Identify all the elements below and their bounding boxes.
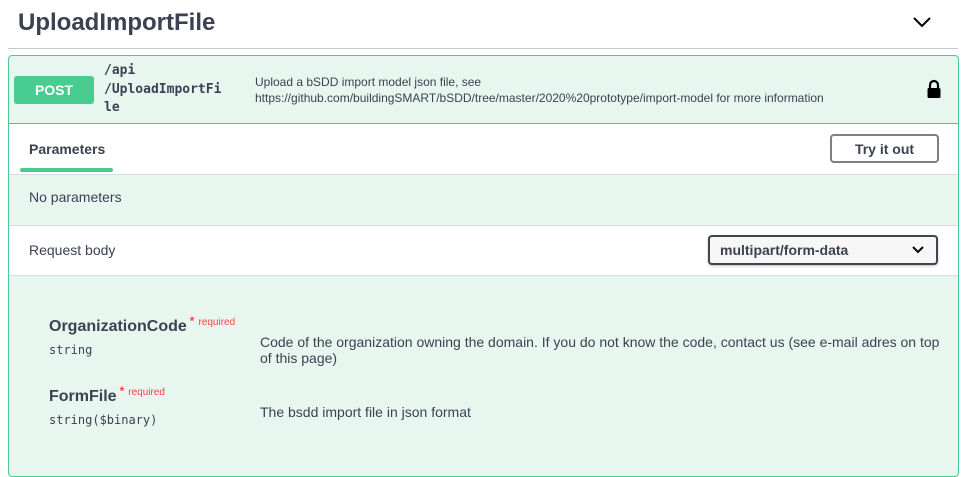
description-line: Upload a bSDD import model json file, se… bbox=[255, 75, 482, 89]
chevron-down-icon bbox=[912, 246, 924, 254]
request-body-label: Request body bbox=[29, 242, 116, 258]
required-label: required bbox=[198, 317, 236, 328]
no-parameters-text: No parameters bbox=[29, 189, 122, 205]
chevron-down-icon[interactable] bbox=[912, 12, 932, 32]
method-badge: POST bbox=[14, 76, 94, 104]
lock-icon[interactable] bbox=[926, 79, 942, 99]
try-it-out-button[interactable]: Try it out bbox=[830, 134, 939, 163]
required-star: * bbox=[189, 314, 195, 328]
field-type: string($binary) bbox=[49, 413, 158, 427]
tab-parameters[interactable]: Parameters bbox=[29, 141, 105, 157]
operation-block: POST /api /UploadImportFi le Upload a bS… bbox=[8, 55, 959, 477]
section-header[interactable]: UploadImportFile bbox=[8, 0, 958, 49]
path-line: le bbox=[104, 100, 120, 115]
operation-path: /api /UploadImportFi le bbox=[104, 62, 244, 118]
field-name-text: OrganizationCode bbox=[49, 318, 187, 335]
active-tab-indicator bbox=[20, 168, 113, 172]
field-name-text: FormFile bbox=[49, 388, 117, 405]
operation-summary[interactable]: POST /api /UploadImportFi le Upload a bS… bbox=[9, 56, 958, 124]
content-type-value: multipart/form-data bbox=[720, 242, 849, 258]
field-description: Code of the organization owning the doma… bbox=[260, 334, 940, 366]
operation-description: Upload a bSDD import model json file, se… bbox=[255, 75, 824, 106]
section-title: UploadImportFile bbox=[18, 9, 216, 36]
content-type-select[interactable]: multipart/form-data bbox=[708, 235, 938, 265]
required-star: * bbox=[119, 384, 125, 398]
request-body-header: Request body multipart/form-data bbox=[9, 225, 958, 276]
required-label: required bbox=[128, 387, 165, 398]
tabs-row: Parameters Try it out bbox=[9, 124, 958, 175]
field-type: string bbox=[49, 343, 93, 357]
description-line: https://github.com/buildingSMART/bSDD/tr… bbox=[255, 90, 824, 105]
field-description: The bsdd import file in json format bbox=[260, 404, 471, 420]
field-name: OrganizationCode * required bbox=[49, 314, 236, 336]
path-line: /UploadImportFi bbox=[104, 81, 222, 97]
field-name: FormFile * required bbox=[49, 384, 165, 406]
path-line: /api bbox=[104, 63, 136, 78]
